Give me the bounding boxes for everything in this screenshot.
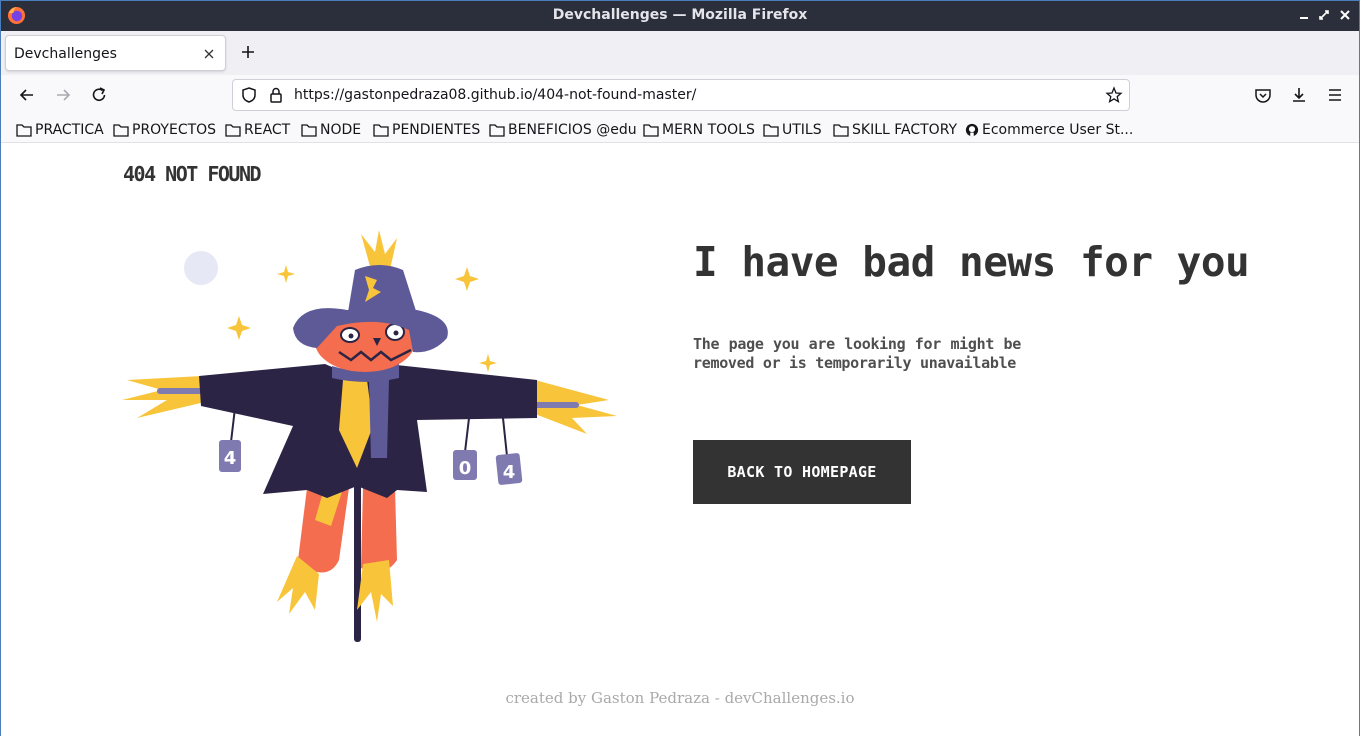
folder-icon bbox=[643, 124, 659, 137]
pocket-icon[interactable] bbox=[1253, 85, 1273, 105]
bookmark-label: MERN TOOLS bbox=[662, 122, 755, 138]
shield-icon[interactable] bbox=[240, 86, 258, 104]
pole-shape bbox=[354, 470, 361, 642]
restore-icon[interactable] bbox=[1318, 9, 1330, 21]
site-logo[interactable]: 404 NOT FOUND bbox=[123, 162, 262, 186]
bookmark-proyectos[interactable]: PROYECTOS bbox=[113, 121, 216, 139]
bookmark-label: SKILL FACTORY bbox=[852, 122, 958, 138]
close-tab-icon[interactable] bbox=[203, 48, 215, 60]
bookmark-node[interactable]: NODE bbox=[301, 121, 361, 139]
bookmark-react[interactable]: REACT bbox=[225, 121, 290, 139]
forward-icon[interactable] bbox=[53, 85, 73, 105]
minimize-icon[interactable] bbox=[1298, 9, 1310, 21]
folder-icon bbox=[833, 124, 849, 137]
tab-bar: Devchallenges bbox=[1, 31, 1359, 75]
can-middle-label: 0 bbox=[459, 458, 472, 479]
navigation-bar: https://gastonpedraza08.github.io/404-no… bbox=[1, 75, 1359, 115]
tab-devchallenges[interactable]: Devchallenges bbox=[5, 35, 226, 71]
folder-icon bbox=[373, 124, 389, 137]
right-foot-straw bbox=[357, 560, 393, 622]
can-right-label: 4 bbox=[503, 462, 516, 483]
menu-icon[interactable] bbox=[1325, 85, 1345, 105]
bookmark-mern-tools[interactable]: MERN TOOLS bbox=[643, 121, 755, 139]
back-to-homepage-button[interactable]: BACK TO HOMEPAGE bbox=[693, 440, 911, 504]
bookmark-pendientes[interactable]: PENDIENTES bbox=[373, 121, 480, 139]
close-window-icon[interactable] bbox=[1339, 9, 1351, 21]
left-pupil bbox=[348, 333, 354, 339]
page-content: 404 NOT FOUND 4 0 4 I have bad news for … bbox=[1, 144, 1359, 736]
tab-label: Devchallenges bbox=[14, 46, 117, 62]
sparkle-icon bbox=[479, 354, 497, 372]
bookmark-star-icon[interactable] bbox=[1105, 86, 1123, 104]
folder-icon bbox=[763, 124, 779, 137]
browser-window: Devchallenges — Mozilla Firefox Devchall… bbox=[0, 0, 1360, 736]
bookmark-label: NODE bbox=[320, 122, 362, 138]
bookmark-ecommerce[interactable]: Ecommerce User St... bbox=[965, 121, 1133, 139]
can-string bbox=[464, 417, 470, 453]
folder-icon bbox=[16, 124, 32, 137]
page-footer: created by Gaston Pedraza - devChallenge… bbox=[505, 689, 855, 707]
can-left-label: 4 bbox=[224, 448, 237, 469]
reload-icon[interactable] bbox=[89, 85, 109, 105]
page-message: The page you are looking for might be re… bbox=[693, 335, 1021, 372]
folder-icon bbox=[225, 124, 241, 137]
bookmark-label: PENDIENTES bbox=[392, 122, 481, 138]
bookmark-label: PRACTICA bbox=[35, 122, 104, 138]
bookmark-label: UTILS bbox=[782, 122, 822, 138]
right-leg bbox=[361, 488, 397, 573]
lock-icon[interactable] bbox=[267, 86, 285, 104]
sparkle-icon bbox=[227, 316, 251, 340]
right-pupil bbox=[393, 330, 399, 336]
url-text[interactable]: https://gastonpedraza08.github.io/404-no… bbox=[294, 87, 696, 103]
folder-icon bbox=[301, 124, 317, 137]
bookmark-label: Ecommerce User St... bbox=[982, 122, 1134, 138]
bookmark-label: BENEFICIOS @edu bbox=[508, 122, 637, 138]
bookmark-beneficios[interactable]: BENEFICIOS @edu bbox=[489, 121, 637, 139]
can-string bbox=[230, 407, 236, 443]
back-icon[interactable] bbox=[17, 85, 37, 105]
github-icon bbox=[965, 123, 979, 137]
bookmark-practica[interactable]: PRACTICA bbox=[16, 121, 104, 139]
sparkle-icon bbox=[455, 267, 479, 291]
title-bar: Devchallenges — Mozilla Firefox bbox=[1, 1, 1359, 31]
folder-icon bbox=[489, 124, 505, 137]
left-straw bbox=[122, 376, 205, 418]
window-title: Devchallenges — Mozilla Firefox bbox=[552, 7, 808, 23]
bookmark-skill-factory[interactable]: SKILL FACTORY bbox=[833, 121, 957, 139]
address-bar[interactable]: https://gastonpedraza08.github.io/404-no… bbox=[232, 79, 1130, 111]
can-string bbox=[502, 417, 508, 457]
page-headline: I have bad news for you bbox=[693, 238, 1250, 286]
downloads-icon[interactable] bbox=[1289, 85, 1309, 105]
moon-shape bbox=[184, 251, 218, 285]
new-tab-icon[interactable] bbox=[239, 43, 257, 61]
scarecrow-illustration: 4 0 4 bbox=[122, 230, 617, 642]
sparkle-icon bbox=[277, 265, 295, 283]
bookmarks-toolbar: PRACTICA PROYECTOS REACT NODE PENDIENTES… bbox=[1, 115, 1359, 143]
bookmark-label: REACT bbox=[244, 122, 291, 138]
bookmark-utils[interactable]: UTILS bbox=[763, 121, 822, 139]
bookmark-label: PROYECTOS bbox=[132, 122, 217, 138]
folder-icon bbox=[113, 124, 129, 137]
